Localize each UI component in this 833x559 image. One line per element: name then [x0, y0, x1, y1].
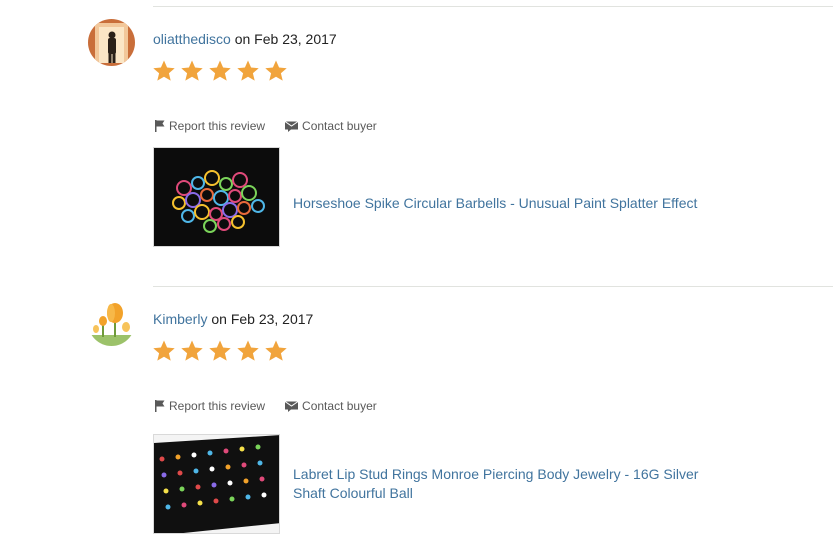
star-icon	[153, 340, 175, 361]
report-review-label: Report this review	[169, 399, 266, 413]
star-icon	[181, 60, 203, 81]
review-actions: Report this review Contact buyer	[155, 399, 377, 413]
contact-buyer-label: Contact buyer	[302, 119, 377, 133]
star-icon	[209, 60, 231, 81]
star-icon	[181, 340, 203, 361]
review-item: oliatthedisco on Feb 23, 2017 Report thi…	[0, 19, 833, 279]
review-item: Kimberly on Feb 23, 2017 Report this rev…	[0, 299, 833, 559]
star-icon	[153, 60, 175, 81]
contact-buyer-button[interactable]: Contact buyer	[285, 119, 377, 133]
report-review-button[interactable]: Report this review	[155, 399, 265, 413]
review-date: on Feb 23, 2017	[230, 31, 337, 47]
review-actions: Report this review Contact buyer	[155, 119, 377, 133]
review-divider	[153, 286, 833, 287]
contact-buyer-label: Contact buyer	[302, 399, 377, 413]
star-icon	[237, 60, 259, 81]
star-icon	[265, 60, 287, 81]
star-icon	[237, 340, 259, 361]
star-icon	[209, 340, 231, 361]
item-thumbnail[interactable]	[153, 434, 280, 534]
contact-buyer-button[interactable]: Contact buyer	[285, 399, 377, 413]
avatar[interactable]	[88, 299, 135, 346]
reviewer-username-link[interactable]: oliatthedisco	[153, 31, 231, 47]
item-thumbnail[interactable]	[153, 147, 280, 247]
reviewer-username-link[interactable]: Kimberly	[153, 311, 207, 327]
flag-icon	[155, 400, 165, 412]
report-review-button[interactable]: Report this review	[155, 119, 265, 133]
review-meta: oliatthedisco on Feb 23, 2017	[153, 31, 337, 47]
flag-icon	[155, 120, 165, 132]
envelope-icon	[285, 120, 299, 132]
star-rating	[152, 59, 288, 83]
item-title-link[interactable]: Labret Lip Stud Rings Monroe Piercing Bo…	[293, 465, 733, 503]
star-rating	[152, 339, 288, 363]
top-divider	[153, 6, 833, 7]
item-title-link[interactable]: Horseshoe Spike Circular Barbells - Unus…	[293, 194, 733, 213]
avatar[interactable]	[88, 19, 135, 66]
star-icon	[265, 340, 287, 361]
review-meta: Kimberly on Feb 23, 2017	[153, 311, 313, 327]
review-date: on Feb 23, 2017	[207, 311, 314, 327]
report-review-label: Report this review	[169, 119, 266, 133]
envelope-icon	[285, 400, 299, 412]
